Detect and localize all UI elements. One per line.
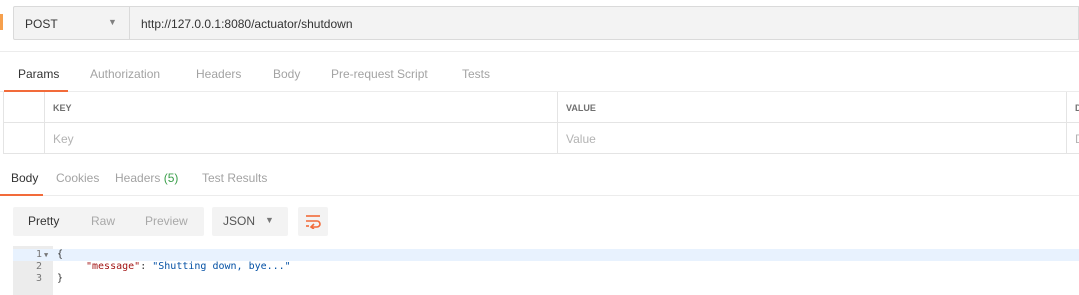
chevron-down-icon: ▼	[265, 215, 274, 225]
column-header-description: D	[1066, 92, 1079, 123]
json-string-value: "Shutting down, bye..."	[152, 261, 291, 272]
json-key: "message"	[86, 261, 141, 272]
tab-body[interactable]: Body	[273, 67, 300, 81]
line-number: 2	[35, 261, 42, 272]
wrap-lines-icon	[306, 215, 321, 229]
wrap-lines-button[interactable]	[298, 207, 328, 236]
left-edge-indicator	[0, 14, 3, 30]
code-text: }	[57, 273, 64, 284]
tab-response-headers-label: Headers	[115, 171, 161, 185]
response-code-view[interactable]: 1 ▼ { 2 "message": "Shutting down, bye..…	[13, 246, 1079, 295]
line-number: 3	[35, 273, 42, 284]
pretty-button[interactable]: Pretty	[28, 214, 59, 228]
code-line: 1 ▼ {	[13, 249, 1079, 261]
format-label: JSON	[223, 214, 256, 228]
tab-tests[interactable]: Tests	[462, 67, 490, 81]
format-select[interactable]: JSON ▼	[212, 207, 288, 236]
line-number: 1	[35, 249, 42, 260]
tab-headers[interactable]: Headers	[196, 67, 241, 81]
row-checkbox-cell	[3, 123, 44, 154]
row-checkbox-column	[3, 92, 44, 123]
url-input[interactable]: http://127.0.0.1:8080/actuator/shutdown	[130, 6, 1079, 40]
response-toolbar: Pretty Raw Preview JSON ▼	[0, 196, 1079, 244]
method-select[interactable]: POST ▼	[13, 6, 130, 40]
headers-count-badge: (5)	[163, 171, 179, 185]
url-text: http://127.0.0.1:8080/actuator/shutdown	[141, 17, 353, 31]
tab-test-results[interactable]: Test Results	[202, 171, 267, 185]
code-line: 3 }	[13, 273, 1079, 285]
tab-pre-request-script[interactable]: Pre-request Script	[331, 67, 428, 81]
raw-button[interactable]: Raw	[91, 214, 115, 228]
code-line: 2 "message": "Shutting down, bye..."	[13, 261, 1079, 273]
code-text: {	[57, 249, 64, 260]
column-header-value: VALUE	[557, 92, 1066, 123]
response-tabs: Body Cookies Headers (5) Test Results	[0, 154, 1079, 196]
tab-response-body[interactable]: Body	[11, 171, 38, 185]
preview-button[interactable]: Preview	[145, 214, 188, 228]
table-row: Key Value D	[3, 123, 1079, 154]
method-label: POST	[25, 17, 58, 31]
json-separator: :	[140, 261, 153, 272]
value-input[interactable]: Value	[557, 123, 1066, 154]
table-header-row: KEY VALUE D	[3, 92, 1079, 123]
tab-params[interactable]: Params	[18, 67, 59, 81]
tab-cookies[interactable]: Cookies	[56, 171, 99, 185]
tab-authorization[interactable]: Authorization	[90, 67, 160, 81]
description-input[interactable]: D	[1066, 123, 1079, 154]
view-mode-group: Pretty Raw Preview	[13, 207, 204, 236]
chevron-down-icon: ▼	[108, 17, 117, 27]
fold-caret-icon[interactable]: ▼	[44, 249, 48, 261]
tab-response-headers[interactable]: Headers (5)	[115, 171, 178, 185]
column-header-key: KEY	[44, 92, 557, 123]
request-url-bar: POST ▼ http://127.0.0.1:8080/actuator/sh…	[0, 0, 1079, 52]
code-text: "message": "Shutting down, bye..."	[86, 261, 291, 273]
request-tabs: Params Authorization Headers Body Pre-re…	[0, 52, 1079, 92]
key-input[interactable]: Key	[44, 123, 557, 154]
params-table: KEY VALUE D Key Value D	[3, 92, 1079, 154]
